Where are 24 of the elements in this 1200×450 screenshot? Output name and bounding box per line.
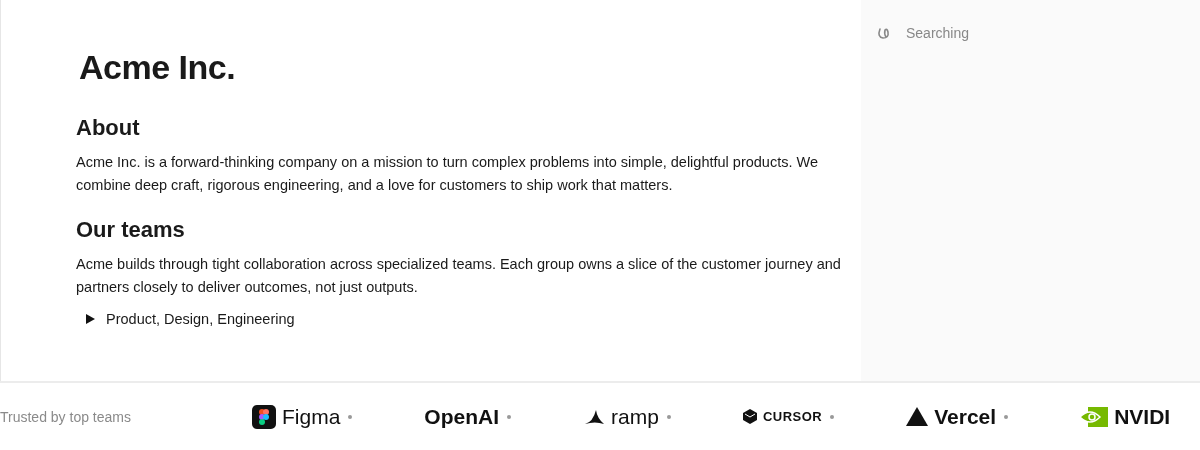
logo-name: OpenAI [424, 404, 499, 429]
section-paragraph: Acme builds through tight collaboration across specialized teams. Each group owns a slice of the customer journey and partners closely to deliver outcomes, not just outputs. [76, 255, 842, 297]
disclosure-toggle[interactable]: Product, Design, Engineering [86, 311, 295, 327]
logo-name: ramp [611, 404, 659, 429]
section-heading: Our teams [76, 217, 185, 243]
figma-icon [252, 404, 276, 429]
eye-icon [1080, 406, 1109, 427]
cube-icon [742, 409, 757, 424]
triangle-icon [86, 314, 95, 324]
logo-name: NVIDI [1114, 404, 1171, 429]
status-text: Searching [906, 25, 970, 41]
separator-dot [348, 414, 353, 419]
separator-dot [666, 414, 671, 419]
triangle-icon [906, 407, 929, 426]
section-heading: About [76, 115, 140, 141]
separator-dot [1004, 414, 1009, 419]
logo-name: Figma [282, 404, 341, 429]
logo-name: CURSOR [762, 409, 823, 424]
strip-label: Trusted by top teams [0, 408, 131, 425]
separator-dot [830, 414, 835, 419]
logo-name: Vercel [934, 404, 997, 429]
separator-dot [507, 414, 511, 419]
section-paragraph: Acme Inc. is a forward-thinking company on a mission to turn complex problems into simple, delightful products. We combine deep craft, rigorous engineering, and a love for customers to ship work that matters. [76, 153, 819, 195]
document-title: Acme Inc. [79, 48, 236, 87]
